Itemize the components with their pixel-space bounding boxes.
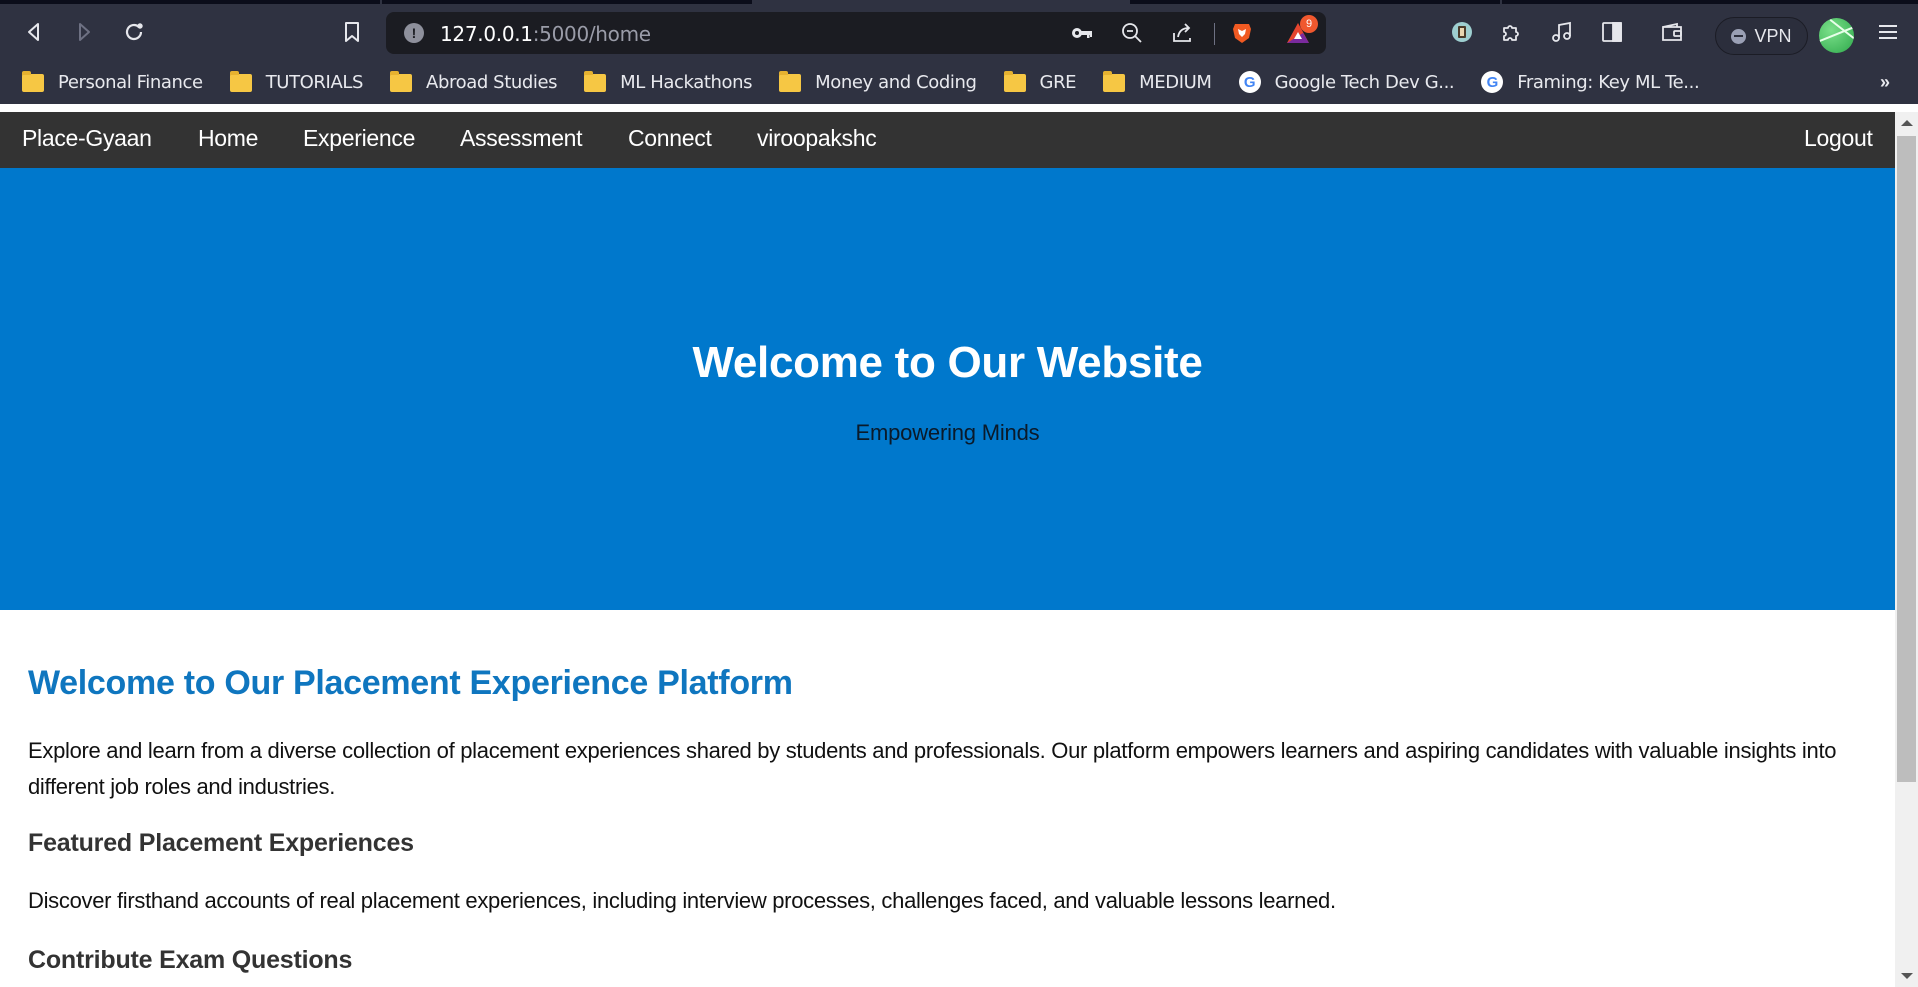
bookmark-tutorials[interactable]: TUTORIALS bbox=[229, 71, 364, 93]
address-bar[interactable]: ! 127.0.0.1:5000/home 9 bbox=[386, 12, 1326, 54]
hero-subtitle: Empowering Minds bbox=[855, 420, 1040, 445]
hero-banner: Welcome to Our Website Empowering Minds bbox=[0, 168, 1895, 610]
bookmarks-bar: Personal Finance TUTORIALS Abroad Studie… bbox=[0, 60, 1918, 104]
nav-assessment[interactable]: Assessment bbox=[460, 125, 583, 152]
bookmark-label: ML Hackathons bbox=[620, 71, 753, 93]
folder-icon bbox=[1003, 71, 1026, 92]
bookmark-label: TUTORIALS bbox=[265, 71, 364, 93]
bookmark-medium[interactable]: MEDIUM bbox=[1103, 71, 1212, 93]
wallet-icon[interactable] bbox=[1658, 18, 1686, 46]
folder-icon bbox=[229, 71, 252, 92]
folder-icon bbox=[584, 71, 607, 92]
google-icon: G bbox=[1238, 71, 1261, 93]
main-content: Welcome to Our Placement Experience Plat… bbox=[28, 664, 1868, 975]
bookmark-google-tech-dev[interactable]: G Google Tech Dev G... bbox=[1238, 71, 1455, 93]
folder-icon bbox=[390, 71, 413, 92]
bookmark-framing-key-ml[interactable]: G Framing: Key ML Te... bbox=[1481, 71, 1700, 93]
folder-icon bbox=[779, 71, 802, 92]
extensions-puzzle-icon[interactable] bbox=[1498, 18, 1526, 46]
back-icon[interactable] bbox=[20, 18, 48, 46]
nav-user-profile[interactable]: viroopakshc bbox=[757, 125, 877, 152]
url-host: 127.0.0.1 bbox=[440, 22, 533, 46]
brave-rewards-icon[interactable]: 9 bbox=[1284, 15, 1318, 47]
site-info-icon[interactable]: ! bbox=[404, 23, 424, 43]
section-text-featured: Discover firsthand accounts of real plac… bbox=[28, 888, 1336, 913]
nav-brand[interactable]: Place-Gyaan bbox=[22, 125, 152, 152]
vpn-button[interactable]: VPN bbox=[1715, 17, 1808, 55]
zoom-out-icon[interactable] bbox=[1118, 19, 1146, 47]
bookmarks-overflow-button[interactable]: » bbox=[1880, 72, 1890, 93]
scroll-down-arrow-icon[interactable] bbox=[1895, 965, 1918, 987]
folder-icon bbox=[22, 71, 44, 92]
share-icon[interactable] bbox=[1168, 19, 1196, 47]
key-icon[interactable] bbox=[1068, 19, 1096, 47]
url-path: :5000/home bbox=[532, 22, 651, 46]
nav-home[interactable]: Home bbox=[198, 125, 258, 152]
bookmark-label: Abroad Studies bbox=[426, 71, 558, 93]
bookmark-label: Google Tech Dev G... bbox=[1274, 71, 1455, 93]
forward-icon[interactable] bbox=[70, 18, 98, 46]
hero-title: Welcome to Our Website bbox=[692, 338, 1203, 387]
url-divider bbox=[1214, 23, 1215, 45]
site-navbar: Place-Gyaan Home Experience Assessment C… bbox=[0, 112, 1895, 168]
section-title-featured: Featured Placement Experiences bbox=[28, 829, 414, 857]
url-text[interactable]: 127.0.0.1:5000/home bbox=[440, 22, 651, 46]
bookmark-label: GRE bbox=[1039, 71, 1077, 93]
section-title-contribute: Contribute Exam Questions bbox=[28, 946, 353, 974]
page-scrollbar[interactable] bbox=[1895, 112, 1918, 987]
bookmark-label: Money and Coding bbox=[815, 71, 977, 93]
bookmark-ml-hackathons[interactable]: ML Hackathons bbox=[584, 71, 753, 93]
vpn-label: VPN bbox=[1754, 25, 1792, 46]
nav-connect[interactable]: Connect bbox=[628, 125, 712, 152]
reload-icon[interactable] bbox=[120, 18, 148, 46]
rewards-badge: 9 bbox=[1300, 15, 1318, 33]
nav-experience[interactable]: Experience bbox=[303, 125, 415, 152]
bookmark-icon[interactable] bbox=[338, 18, 366, 46]
bookmark-money-and-coding[interactable]: Money and Coding bbox=[779, 71, 977, 93]
page-heading: Welcome to Our Placement Experience Plat… bbox=[28, 664, 793, 702]
vpn-status-icon bbox=[1731, 28, 1747, 44]
extension-icon[interactable] bbox=[1448, 18, 1476, 46]
folder-icon bbox=[1103, 71, 1126, 92]
bookmark-label: MEDIUM bbox=[1139, 71, 1212, 93]
bookmark-gre[interactable]: GRE bbox=[1003, 71, 1077, 93]
profile-avatar[interactable] bbox=[1819, 18, 1854, 53]
bookmark-label: Framing: Key ML Te... bbox=[1517, 71, 1700, 93]
nav-logout[interactable]: Logout bbox=[1804, 125, 1873, 152]
google-icon: G bbox=[1481, 71, 1504, 93]
scrollbar-thumb[interactable] bbox=[1897, 136, 1916, 782]
intro-paragraph: Explore and learn from a diverse collect… bbox=[28, 738, 1837, 799]
bookmark-label: Personal Finance bbox=[58, 71, 203, 93]
bookmark-abroad-studies[interactable]: Abroad Studies bbox=[390, 71, 558, 93]
menu-icon[interactable] bbox=[1874, 18, 1902, 46]
scroll-up-arrow-icon[interactable] bbox=[1895, 112, 1918, 134]
sidebar-toggle-icon[interactable] bbox=[1598, 18, 1626, 46]
bookmark-personal-finance[interactable]: Personal Finance bbox=[22, 71, 203, 93]
browser-toolbar: ! 127.0.0.1:5000/home 9 VPN bbox=[0, 4, 1918, 60]
media-music-icon[interactable] bbox=[1548, 18, 1576, 46]
brave-shields-icon[interactable] bbox=[1228, 19, 1256, 47]
